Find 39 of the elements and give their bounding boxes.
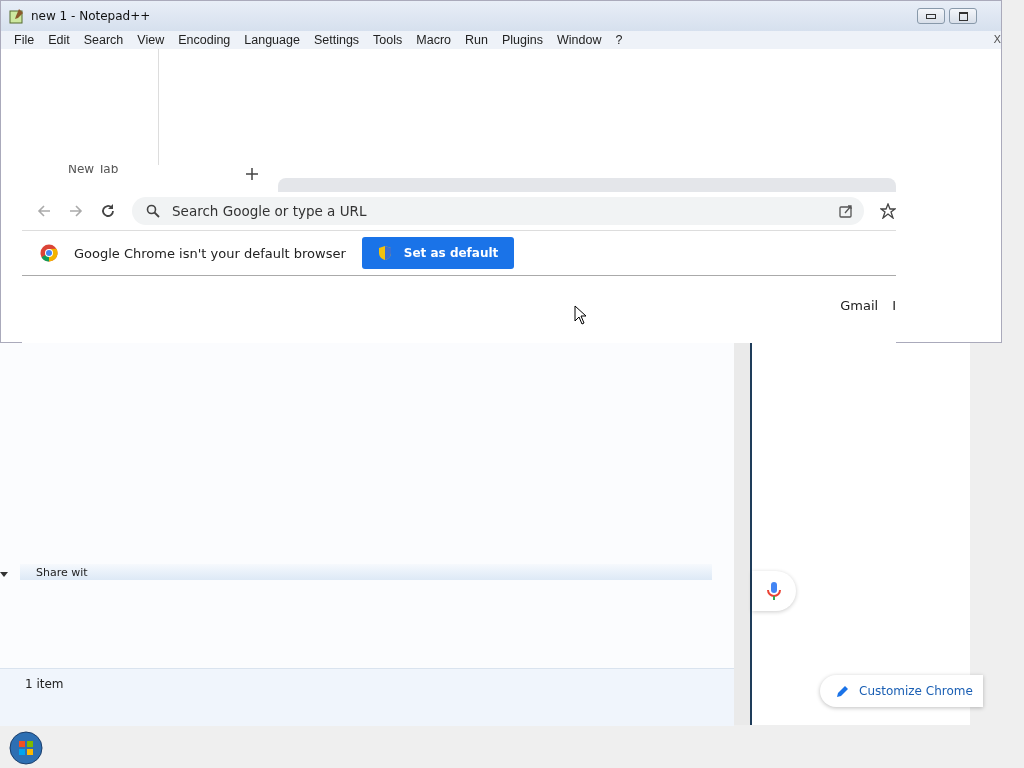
menu-item[interactable]: Tools	[366, 33, 410, 47]
item-count: 1 item	[25, 677, 64, 691]
set-default-button[interactable]: Set as default	[361, 237, 515, 269]
infobar-message: Google Chrome isn't your default browser	[74, 245, 346, 261]
microphone-icon	[767, 581, 781, 601]
menu-item[interactable]: Settings	[306, 33, 367, 47]
mouse-cursor-icon	[574, 305, 588, 325]
close-document-button[interactable]: X	[993, 33, 1001, 46]
reload-icon[interactable]	[100, 203, 116, 219]
menu-item[interactable]: ?	[608, 33, 630, 47]
window-title: new 1 - Notepad++	[31, 9, 151, 23]
menu-item[interactable]: Window	[549, 33, 609, 47]
new-tab-button[interactable]	[246, 168, 258, 180]
search-icon	[146, 204, 160, 218]
customize-chrome-button[interactable]: Customize Chrome	[820, 675, 983, 707]
start-button[interactable]	[9, 731, 43, 765]
menu-item[interactable]: View	[130, 33, 172, 47]
restore-button[interactable]	[949, 8, 977, 24]
menu-item[interactable]: Edit	[41, 33, 77, 47]
menu-item[interactable]: Macro	[409, 33, 459, 47]
chrome-logo-icon	[40, 244, 58, 262]
share-icon[interactable]	[838, 203, 854, 219]
notepad-icon	[9, 8, 25, 24]
minimize-button[interactable]	[917, 8, 945, 24]
menu-item[interactable]: Plugins	[494, 33, 550, 47]
menu-item[interactable]: Language	[237, 33, 307, 47]
share-menu[interactable]: Share wit	[36, 566, 88, 579]
header-link[interactable]: Gmail	[840, 298, 879, 313]
shield-icon	[377, 245, 392, 261]
header-link[interactable]: I	[892, 298, 896, 313]
caret-icon	[0, 572, 8, 577]
menu-item[interactable]: File	[7, 33, 42, 47]
menu-item[interactable]: Encoding	[171, 33, 238, 47]
pencil-icon	[836, 684, 850, 698]
menu-item[interactable]: Run	[458, 33, 495, 47]
address-bar[interactable]: Search Google or type a URL	[132, 197, 864, 225]
bookmark-star-icon[interactable]	[880, 203, 896, 219]
voice-search-button[interactable]	[752, 571, 796, 611]
menu-item[interactable]: Search	[76, 33, 131, 47]
